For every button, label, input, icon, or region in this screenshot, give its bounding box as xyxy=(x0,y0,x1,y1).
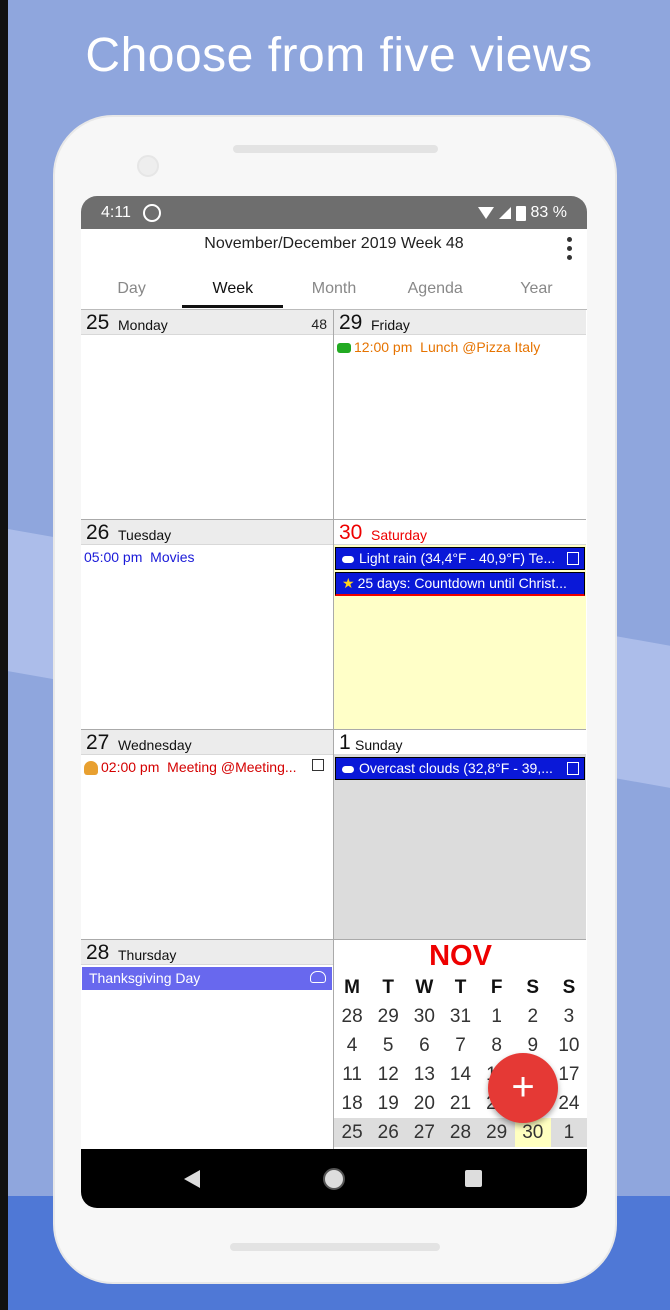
day-header: 27 Wednesday xyxy=(81,730,333,755)
day-cell-monday[interactable]: 25 Monday 48 xyxy=(81,310,334,520)
day-name: Monday xyxy=(118,317,168,333)
promo-headline: Choose from five views xyxy=(85,29,593,82)
mini-week-row: 28 29 30 31 1 2 3 xyxy=(341,1006,575,1027)
home-icon[interactable] xyxy=(323,1168,345,1190)
mini-month-title: NOV xyxy=(429,940,492,972)
mini-weekday-header: MTWTFSS xyxy=(344,977,576,998)
countdown-event[interactable]: ★ 25 days: Countdown until Christ... xyxy=(335,572,585,596)
day-number: 27 xyxy=(86,731,110,754)
recent-apps-icon[interactable] xyxy=(465,1170,482,1187)
mini-week-row: 4 5 6 7 8 9 10 xyxy=(346,1035,580,1056)
day-cell-thursday[interactable]: 28 Thursday Thanksgiving Day xyxy=(81,940,334,1149)
day-number: 26 xyxy=(86,521,110,544)
week-number: 48 xyxy=(311,316,327,332)
day-header: 26 Tuesday xyxy=(81,520,333,545)
add-event-button[interactable]: + xyxy=(488,1053,558,1123)
day-number: 25 xyxy=(86,311,110,334)
cloud-upload-icon xyxy=(310,971,326,983)
event-movies[interactable]: 05:00 pm Movies xyxy=(84,549,331,565)
status-indicators: 83 % xyxy=(477,204,567,222)
sync-icon xyxy=(143,204,161,222)
note-icon xyxy=(567,762,579,775)
page-title[interactable]: November/December 2019 Week 48 xyxy=(81,235,587,253)
weather-text: Overcast clouds (32,8°F - 39,... xyxy=(359,760,553,776)
day-cell-tuesday[interactable]: 26 Tuesday 05:00 pm Movies xyxy=(81,520,334,730)
mini-month-calendar[interactable]: NOV MTWTFSS 28 29 30 31 1 2 3 4 5 6 7 8 9 10 11 12 13 1… xyxy=(334,940,587,1150)
event-time: 02:00 pm xyxy=(101,759,160,775)
day-name: Wednesday xyxy=(118,737,192,753)
view-tabs: Day Week Month Agenda Year xyxy=(81,274,587,308)
system-nav-bar xyxy=(81,1149,587,1208)
day-name: Tuesday xyxy=(118,527,172,543)
weather-event[interactable]: Overcast clouds (32,8°F - 39,... xyxy=(335,757,585,780)
rain-cloud-icon xyxy=(342,555,354,563)
day-name: Friday xyxy=(371,317,410,333)
phone-bottom-speaker xyxy=(230,1243,440,1251)
phone-camera xyxy=(137,155,159,177)
signal-icon xyxy=(498,207,511,219)
day-number: 1 xyxy=(339,731,351,754)
cloud-icon xyxy=(342,765,354,773)
tab-agenda[interactable]: Agenda xyxy=(385,274,486,308)
event-meeting[interactable]: 02:00 pm Meeting @Meeting... xyxy=(84,759,331,776)
day-header: 28 Thursday xyxy=(81,940,333,965)
day-header: 25 Monday 48 xyxy=(81,310,333,335)
day-number: 29 xyxy=(339,311,363,334)
day-name: Sunday xyxy=(355,737,403,753)
back-icon[interactable] xyxy=(184,1170,200,1188)
day-cell-wednesday[interactable]: 27 Wednesday 02:00 pm Meeting @Meeting..… xyxy=(81,730,334,940)
weather-event[interactable]: Light rain (34,4°F - 40,9°F) Te... xyxy=(335,547,585,570)
event-lunch[interactable]: 12:00 pm Lunch @Pizza Italy xyxy=(337,339,584,355)
day-cell-sunday[interactable]: 1 Sunday Overcast clouds (32,8°F - 39,..… xyxy=(334,730,586,940)
holiday-event[interactable]: Thanksgiving Day xyxy=(82,967,332,990)
event-title: Movies xyxy=(150,549,195,565)
event-title: Meeting @Meeting... xyxy=(167,759,297,775)
phone-speaker xyxy=(233,145,438,153)
event-time: 12:00 pm xyxy=(354,339,413,355)
tab-month[interactable]: Month xyxy=(283,274,384,308)
status-bar: 4:11 83 % xyxy=(81,196,587,229)
battery-level: 83 % xyxy=(530,204,567,221)
car-icon xyxy=(337,343,351,354)
overflow-menu-icon[interactable] xyxy=(567,237,573,260)
holiday-title: Thanksgiving Day xyxy=(89,970,201,986)
tab-week[interactable]: Week xyxy=(182,274,284,308)
checkbox-icon[interactable] xyxy=(312,759,324,771)
star-icon: ★ xyxy=(342,575,355,591)
day-number: 30 xyxy=(339,521,363,544)
day-header: 1 Sunday xyxy=(334,730,586,755)
day-name: Saturday xyxy=(371,527,428,543)
event-time: 05:00 pm xyxy=(84,549,143,565)
note-icon xyxy=(567,552,579,565)
tab-day[interactable]: Day xyxy=(81,274,182,308)
wifi-icon xyxy=(477,207,494,219)
event-title: Lunch @Pizza Italy xyxy=(420,339,541,355)
tab-year[interactable]: Year xyxy=(486,274,587,308)
mini-week-row-current: 25 26 27 28 29 30 1 xyxy=(334,1118,587,1147)
week-grid: 25 Monday 48 29 Friday 12:00 pm Lunch @P… xyxy=(81,309,587,1150)
app-bar: November/December 2019 Week 48 xyxy=(81,229,587,274)
day-header: 29 Friday xyxy=(334,310,586,335)
app-screen: 4:11 83 % November/December 2019 Week 48… xyxy=(81,196,587,1208)
status-time: 4:11 xyxy=(101,204,131,221)
weather-text: Light rain (34,4°F - 40,9°F) Te... xyxy=(359,550,556,566)
day-cell-friday[interactable]: 29 Friday 12:00 pm Lunch @Pizza Italy xyxy=(334,310,586,520)
day-name: Thursday xyxy=(118,947,177,963)
day-cell-saturday[interactable]: 30 Saturday Light rain (34,4°F - 40,9°F)… xyxy=(334,520,586,730)
countdown-text: 25 days: Countdown until Christ... xyxy=(357,575,567,591)
people-icon xyxy=(84,761,98,776)
day-number: 28 xyxy=(86,941,110,964)
battery-icon xyxy=(515,205,526,221)
day-header: 30 Saturday xyxy=(334,520,586,545)
